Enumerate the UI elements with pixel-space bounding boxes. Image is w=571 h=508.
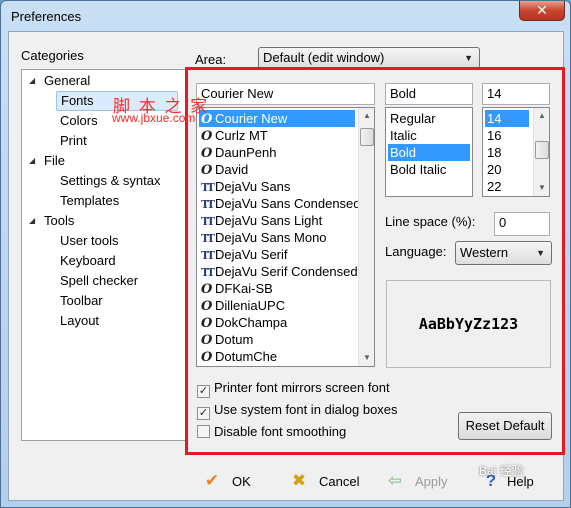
tree-item-label: Templates — [60, 193, 120, 208]
close-button[interactable]: ✕ — [519, 1, 565, 21]
tree-item-label: Colors — [60, 113, 98, 128]
chevron-down-icon: ▼ — [464, 53, 473, 63]
cancel-x-icon: ✖ — [291, 471, 307, 490]
tree-item-label: File — [44, 153, 65, 168]
checkmark-icon: ✔ — [204, 471, 220, 490]
tree-item-label: General — [44, 73, 91, 88]
tree-item-label: Fonts — [61, 93, 94, 108]
apply-label: Apply — [415, 474, 448, 489]
tree-item-label: Settings & syntax — [60, 173, 161, 188]
close-icon: ✕ — [536, 2, 548, 18]
categories-label: Categories — [21, 48, 84, 63]
watermark-badge: Bai 经验 — [479, 464, 524, 478]
expand-arrow-icon[interactable]: ◢ — [29, 156, 35, 165]
area-label: Area: — [195, 52, 227, 67]
tree-item[interactable]: Layout — [56, 312, 103, 330]
expand-arrow-icon[interactable]: ◢ — [29, 216, 35, 225]
tree-item-label: Layout — [60, 313, 100, 328]
tree-item[interactable]: Toolbar — [56, 292, 107, 310]
tree-item-label: Toolbar — [60, 293, 103, 308]
expand-arrow-icon[interactable]: ◢ — [29, 76, 35, 85]
tree-item[interactable]: Print — [56, 132, 91, 150]
tree-item-label: Tools — [44, 213, 75, 228]
title-bar: Preferences ✕ — [1, 1, 570, 31]
ok-button[interactable]: ✔ OK — [202, 468, 251, 494]
tree-item[interactable]: Spell checker — [56, 272, 142, 290]
annotation-highlight-box — [185, 67, 565, 455]
dialog-client-area: Categories General ◢ Fonts Colors Print File ◢… — [8, 31, 565, 501]
apply-button[interactable]: ⇦ Apply — [385, 468, 448, 494]
tree-item[interactable]: File — [40, 152, 69, 170]
tree-item[interactable]: Keyboard — [56, 252, 120, 270]
tree-item[interactable]: Tools — [40, 212, 78, 230]
tree-item-label: Keyboard — [60, 253, 116, 268]
tree-item[interactable]: Settings & syntax — [56, 172, 164, 190]
watermark-url: www.jbxue.com — [112, 111, 196, 125]
tree-item-label: User tools — [60, 233, 119, 248]
cancel-label: Cancel — [319, 474, 360, 489]
apply-arrow-icon: ⇦ — [387, 471, 403, 490]
tree-item[interactable]: User tools — [56, 232, 123, 250]
tree-item-label: Print — [60, 133, 87, 148]
area-value: Default (edit window) — [263, 50, 385, 65]
tree-item[interactable]: Colors — [56, 112, 102, 130]
tree-item[interactable]: General — [40, 72, 94, 90]
ok-label: OK — [232, 474, 251, 489]
area-dropdown[interactable]: Default (edit window) ▼ — [258, 47, 480, 69]
tree-item-label: Spell checker — [60, 273, 139, 288]
preferences-window: Preferences ✕ Categories General ◢ Fonts Co… — [0, 0, 571, 508]
cancel-button[interactable]: ✖ Cancel — [289, 468, 360, 494]
tree-item[interactable]: Templates — [56, 192, 123, 210]
window-title: Preferences — [11, 9, 82, 24]
